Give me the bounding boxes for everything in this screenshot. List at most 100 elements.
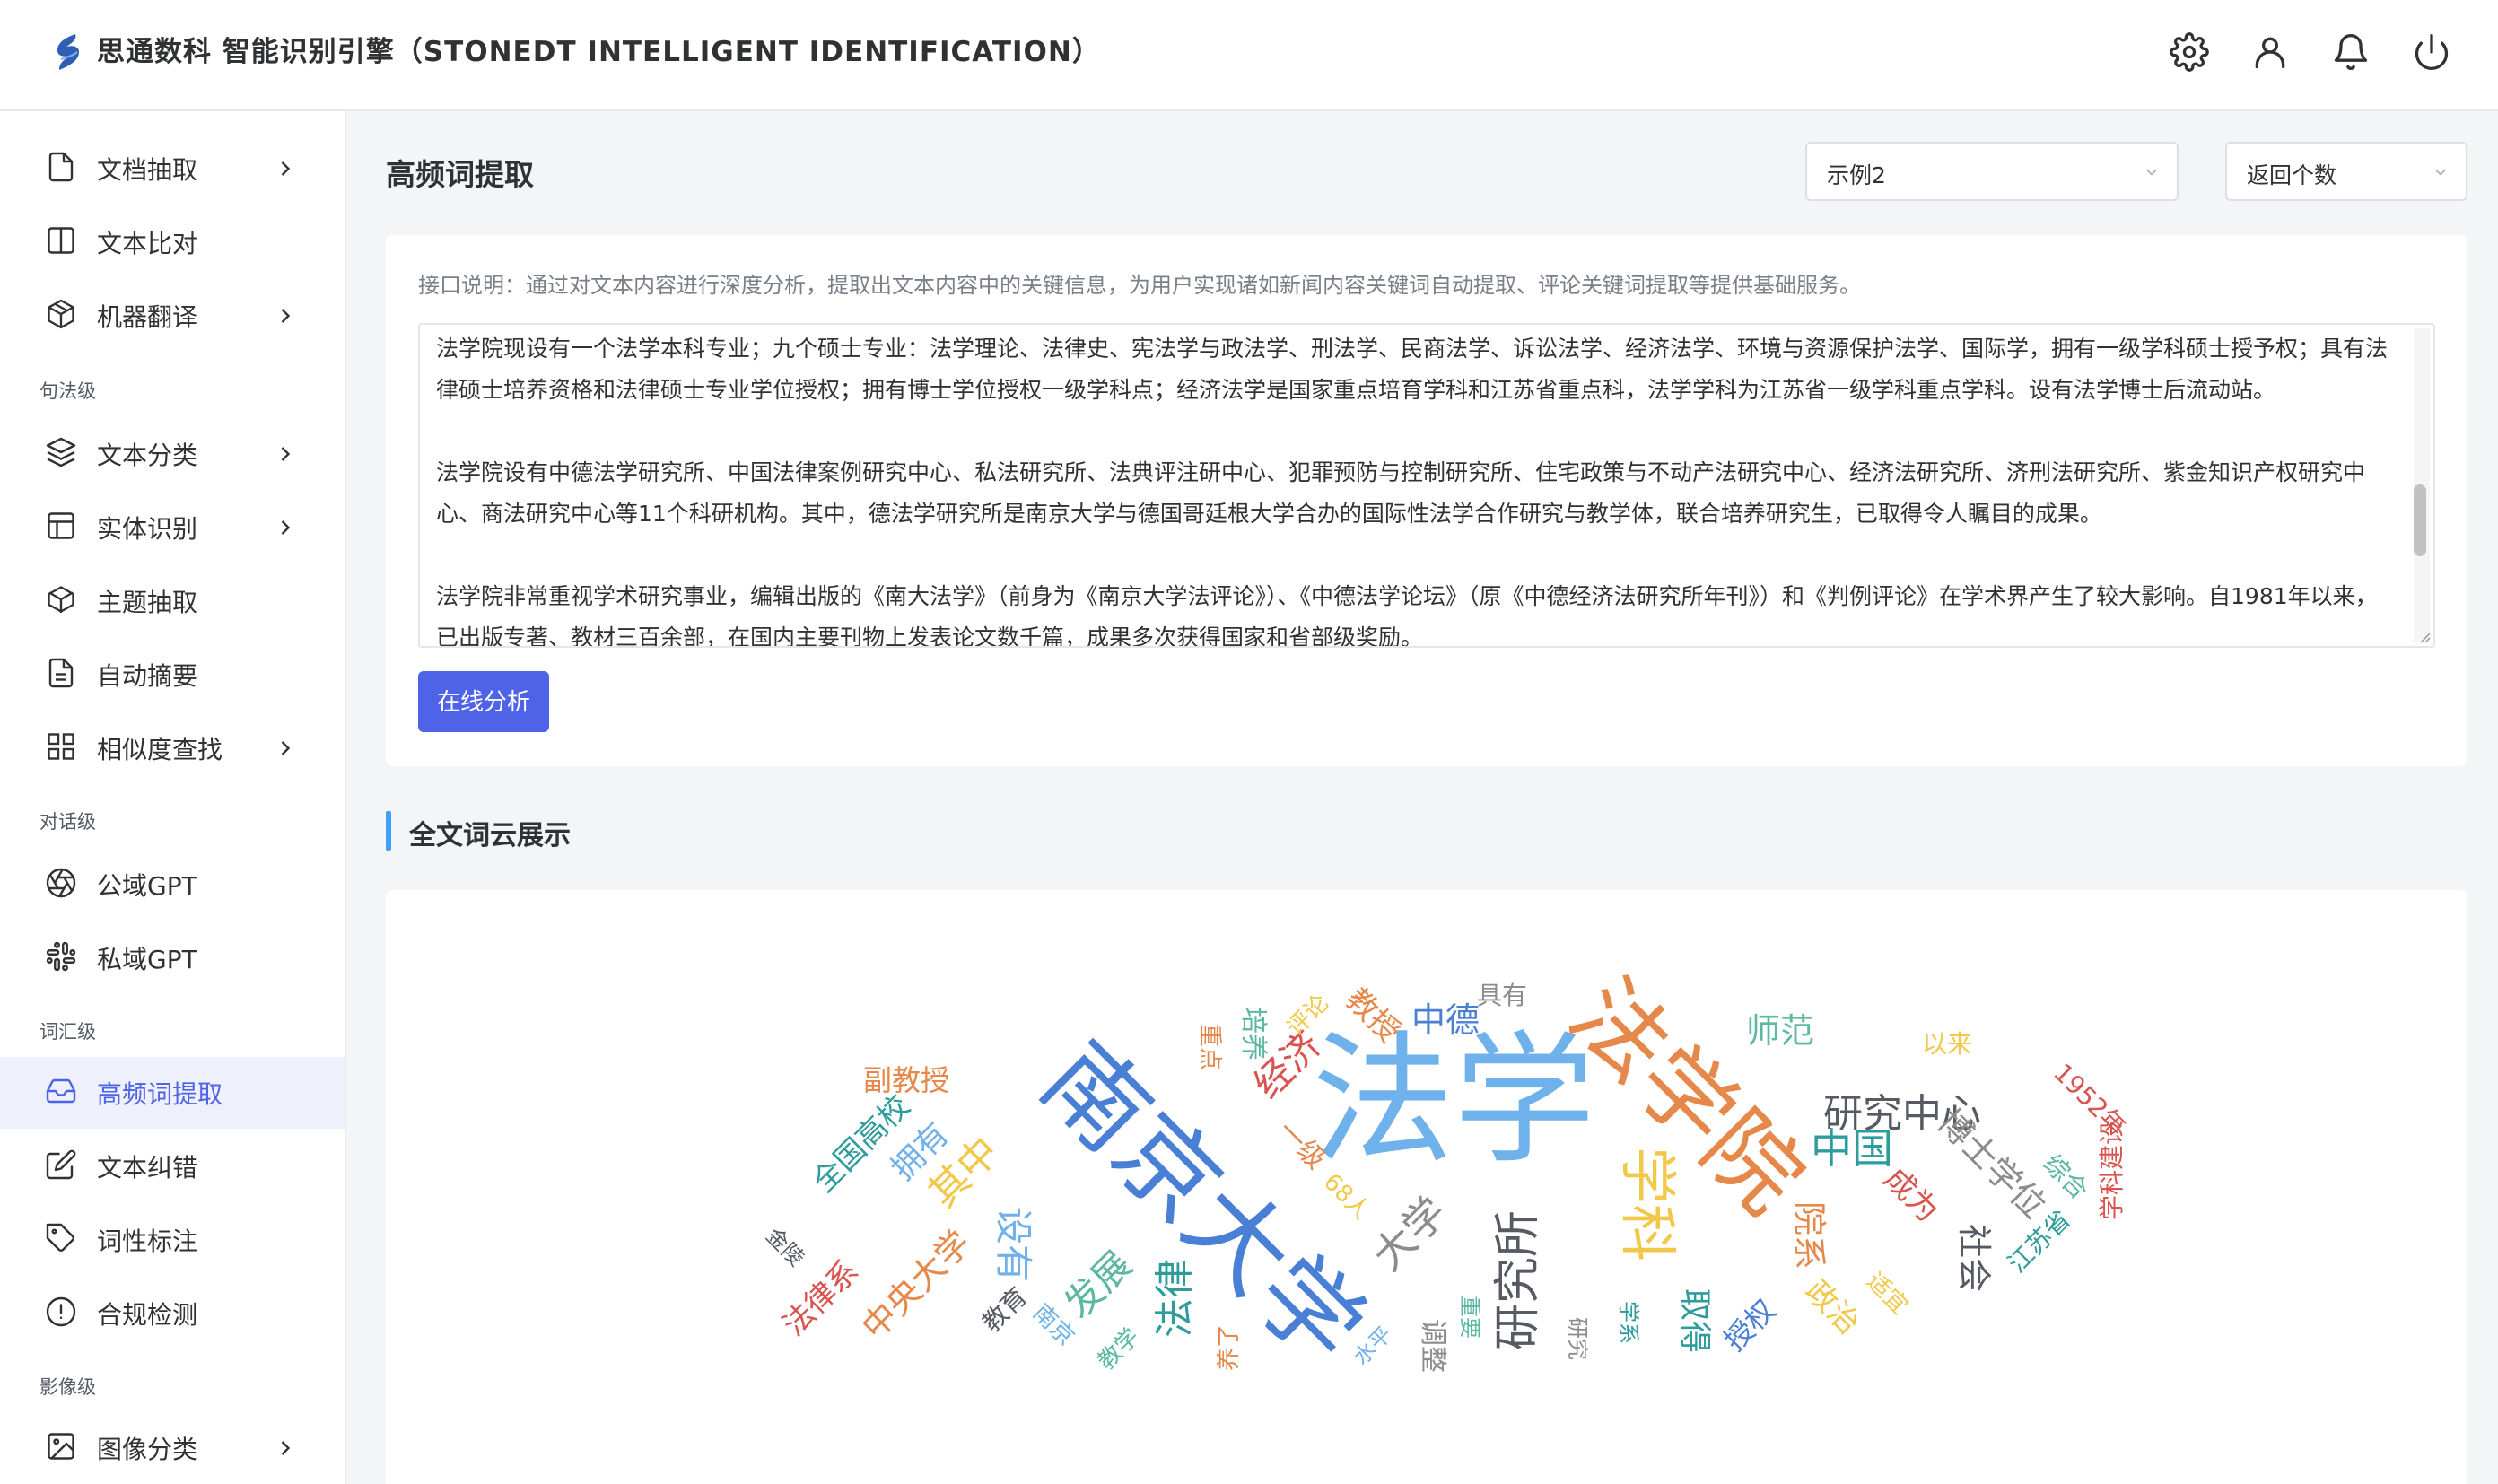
- sidebar-item-label: 文本比对: [97, 229, 198, 258]
- resize-handle-icon[interactable]: [2417, 630, 2432, 644]
- wordcloud-word: 培养: [1237, 1007, 1269, 1061]
- wordcloud-word: 授权: [1716, 1292, 1783, 1358]
- sidebar-item-private-gpt[interactable]: 私域GPT: [0, 922, 345, 994]
- sidebar-item-label: 高频词提取: [97, 1079, 223, 1109]
- sidebar-item-label: 图像分类: [97, 1435, 198, 1464]
- sidebar-item-pos-tagging[interactable]: 词性标注: [0, 1204, 345, 1276]
- chevron-right-icon: [273, 303, 298, 328]
- wordcloud-word: 教育: [976, 1281, 1034, 1339]
- group-label-image: 影像级: [39, 1376, 96, 1398]
- sidebar-item-document-extraction[interactable]: 文档抽取: [0, 133, 345, 205]
- table-icon: [45, 510, 77, 542]
- page-title: 高频词提取: [386, 157, 534, 192]
- sidebar-item-label: 实体识别: [97, 514, 198, 544]
- wordcloud-word: 江苏省: [2002, 1204, 2077, 1279]
- sidebar-item-auto-summary[interactable]: 自动摘要: [0, 639, 345, 711]
- chevron-down-icon: [2146, 169, 2157, 176]
- wordcloud-word: 师范: [1746, 1011, 1815, 1051]
- sidebar-item-text-classification[interactable]: 文本分类: [0, 418, 345, 490]
- wordcloud-word: 副教授: [863, 1063, 950, 1097]
- sidebar-item-similarity-search[interactable]: 相似度查找: [0, 712, 345, 784]
- sidebar: 文档抽取 文本比对 机器翻译 句法级 文本分类 实体识别 主题抽取 自动摘要 相…: [0, 111, 346, 1484]
- wordcloud-word: 中央大学: [853, 1222, 979, 1348]
- count-select[interactable]: 返回个数: [2225, 142, 2467, 201]
- chevron-down-icon: [2435, 169, 2446, 176]
- chevron-right-icon: [273, 441, 298, 467]
- wordcloud-word: 全国高校: [805, 1087, 918, 1200]
- sidebar-item-text-compare[interactable]: 文本比对: [0, 206, 345, 278]
- wordcloud-word: 以来: [1922, 1029, 1973, 1059]
- sidebar-item-label: 私域GPT: [97, 945, 197, 974]
- top-bar: 思通数科 智能识别引擎（STONEDT INTELLIGENT IDENTIFI…: [0, 0, 2498, 111]
- sidebar-item-compliance-check[interactable]: 合规检测: [0, 1278, 345, 1349]
- text-paragraph-3: 法学院非常重视学术研究事业，编辑出版的《南大法学》（前身为《南京大学法评论》）、…: [436, 583, 2378, 648]
- wordcloud-word: 适宜: [1861, 1268, 1914, 1320]
- image-icon: [45, 1430, 77, 1462]
- wordcloud-word: 研究所: [1491, 1209, 1546, 1351]
- settings-icon[interactable]: [2170, 32, 2209, 72]
- wordcloud-word: 博士学位: [1929, 1101, 2055, 1226]
- alert-circle-icon: [45, 1296, 77, 1328]
- sidebar-item-machine-translation[interactable]: 机器翻译: [0, 280, 345, 352]
- tag-icon: [45, 1222, 77, 1254]
- wordcloud-word: 养了: [1216, 1323, 1244, 1372]
- sidebar-item-entity-recognition[interactable]: 实体识别: [0, 492, 345, 563]
- columns-icon: [45, 224, 77, 257]
- wordcloud-word: 调整: [1417, 1319, 1448, 1373]
- wordcloud-word: 大学: [1363, 1187, 1456, 1280]
- text-paragraph-2: 法学院设有中德法学研究所、中国法律案例研究中心、私法研究所、法典评注研中心、犯罪…: [436, 459, 2366, 527]
- sidebar-item-label: 文本纠错: [97, 1153, 198, 1183]
- scrollbar-thumb[interactable]: [2414, 484, 2426, 556]
- wordcloud-word: 中国: [1811, 1124, 1893, 1173]
- sidebar-item-label: 主题抽取: [97, 588, 198, 617]
- chevron-right-icon: [273, 736, 298, 761]
- app-logo-icon: [57, 34, 79, 70]
- user-icon[interactable]: [2250, 32, 2290, 72]
- sidebar-item-topic-extraction[interactable]: 主题抽取: [0, 565, 345, 637]
- sidebar-item-label: 公域GPT: [97, 871, 197, 901]
- wordcloud-word: 法律: [1152, 1259, 1198, 1338]
- wordcloud-word: 中德: [1411, 1000, 1480, 1040]
- bell-icon[interactable]: [2331, 32, 2371, 72]
- wordcloud-word: 取得: [1676, 1288, 1714, 1354]
- wordcloud-word: 学系: [1616, 1301, 1641, 1344]
- group-label-dialogue: 对话级: [39, 811, 96, 833]
- chevron-right-icon: [273, 1436, 298, 1461]
- power-icon[interactable]: [2412, 32, 2451, 72]
- wordcloud-word: 法学: [1312, 1018, 1595, 1183]
- wordcloud-card: 法学 南京大学 法学院 研究中心 研究所 学科 中国 中德 师范 教授 经济 副教授 全国高校 拥有 其中中…: [386, 890, 2467, 1484]
- aperture-icon: [45, 867, 77, 899]
- main-content: 高频词提取 示例2 返回个数 接口说明：通过对文本内容进行深度分析，提取出文本内…: [346, 111, 2498, 1484]
- wordcloud-word: 政治: [1797, 1272, 1867, 1342]
- wordcloud-word: 重点: [1196, 1023, 1224, 1071]
- group-label-syntax: 句法级: [39, 380, 96, 402]
- sidebar-item-keyword-extraction[interactable]: 高频词提取: [0, 1057, 345, 1129]
- wordcloud-word: 发展: [1055, 1242, 1140, 1327]
- example-select-value: 示例2: [1827, 162, 1886, 188]
- text-input-area[interactable]: 法学院现设有一个法学本科专业；九个硕士专业：法学理论、法律史、宪法学与政法学、刑…: [418, 323, 2435, 648]
- count-select-placeholder: 返回个数: [2247, 162, 2337, 188]
- wordcloud-word: 金陵: [761, 1223, 809, 1271]
- wordcloud-word: 研究: [1565, 1317, 1590, 1360]
- sidebar-item-label: 自动摘要: [97, 661, 198, 691]
- sidebar-item-label: 相似度查找: [97, 735, 223, 764]
- app-title: 思通数科 智能识别引擎（STONEDT INTELLIGENT IDENTIFI…: [97, 36, 1101, 68]
- cube-icon: [45, 298, 77, 330]
- sidebar-item-image-classification[interactable]: 图像分类: [0, 1412, 345, 1484]
- analyze-button[interactable]: 在线分析: [418, 671, 549, 732]
- slack-icon: [45, 940, 77, 973]
- input-card: 接口说明：通过对文本内容进行深度分析，提取出文本内容中的关键信息，为用户实现诸如…: [386, 235, 2467, 766]
- inbox-icon: [45, 1075, 77, 1107]
- sidebar-item-public-gpt[interactable]: 公域GPT: [0, 849, 345, 921]
- wordcloud-word: 设有: [991, 1206, 1036, 1283]
- api-description: 接口说明：通过对文本内容进行深度分析，提取出文本内容中的关键信息，为用户实现诸如…: [418, 273, 1861, 298]
- example-select[interactable]: 示例2: [1805, 142, 2179, 201]
- wordcloud-word: 社会: [1954, 1223, 1995, 1293]
- section-title: 全文词云展示: [409, 820, 571, 851]
- edit-icon: [45, 1148, 77, 1181]
- word-cloud: 法学 南京大学 法学院 研究中心 研究所 学科 中国 中德 师范 教授 经济 副教授 全国高校 拥有 其中中…: [386, 890, 2467, 1484]
- document-icon: [45, 151, 77, 183]
- text-paragraph-1: 法学院现设有一个法学本科专业；九个硕士专业：法学理论、法律史、宪法学与政法学、刑…: [436, 336, 2389, 403]
- sidebar-item-text-correction[interactable]: 文本纠错: [0, 1130, 345, 1202]
- sidebar-item-label: 文档抽取: [97, 155, 198, 185]
